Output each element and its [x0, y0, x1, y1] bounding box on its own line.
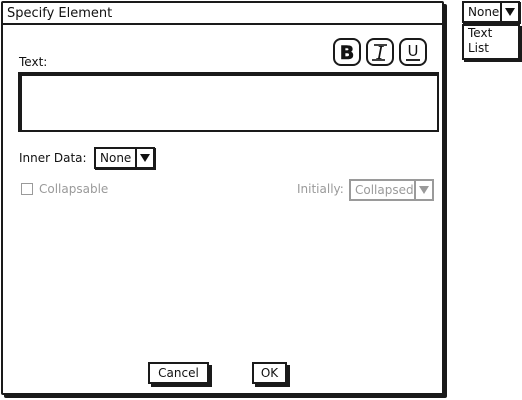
cancel-button[interactable]: Cancel: [148, 362, 209, 384]
dialog-titlebar: Specify Element: [3, 3, 442, 25]
italic-button[interactable]: I: [366, 38, 394, 66]
ok-button[interactable]: OK: [252, 362, 287, 384]
text-label: Text:: [19, 55, 48, 69]
chevron-down-icon: [414, 181, 432, 199]
initially-selected: Collapsed: [355, 183, 414, 197]
inner-data-selected: None: [100, 151, 132, 165]
bold-button[interactable]: B: [333, 38, 361, 66]
element-type-select[interactable]: None: [462, 1, 520, 23]
chevron-down-icon: [135, 149, 153, 167]
inner-data-label: Inner Data:: [19, 151, 87, 165]
option-text[interactable]: Text: [464, 26, 518, 41]
collapsable-checkbox[interactable]: [21, 183, 33, 195]
underline-icon: U: [406, 42, 420, 61]
underline-button[interactable]: U: [399, 38, 427, 66]
initially-label: Initially:: [297, 182, 344, 196]
initially-select[interactable]: Collapsed: [349, 179, 434, 201]
text-input[interactable]: [18, 72, 439, 132]
chevron-down-icon: [500, 3, 518, 21]
element-type-options: Text List: [462, 24, 520, 60]
bold-glyph: B: [340, 42, 354, 64]
italic-icon: I: [372, 43, 387, 64]
inner-data-select[interactable]: None: [94, 147, 155, 169]
option-list[interactable]: List: [464, 41, 518, 56]
specify-element-dialog: Specify Element Text: B I U Inner Data: …: [1, 1, 444, 395]
collapsable-label: Collapsable: [39, 182, 109, 196]
page: Specify Element Text: B I U Inner Data: …: [0, 0, 522, 400]
dialog-title: Specify Element: [7, 6, 113, 21]
bold-icon: B: [339, 42, 354, 64]
element-type-selected: None: [468, 5, 500, 19]
underline-glyph: U: [408, 42, 419, 60]
italic-glyph: I: [375, 43, 384, 64]
